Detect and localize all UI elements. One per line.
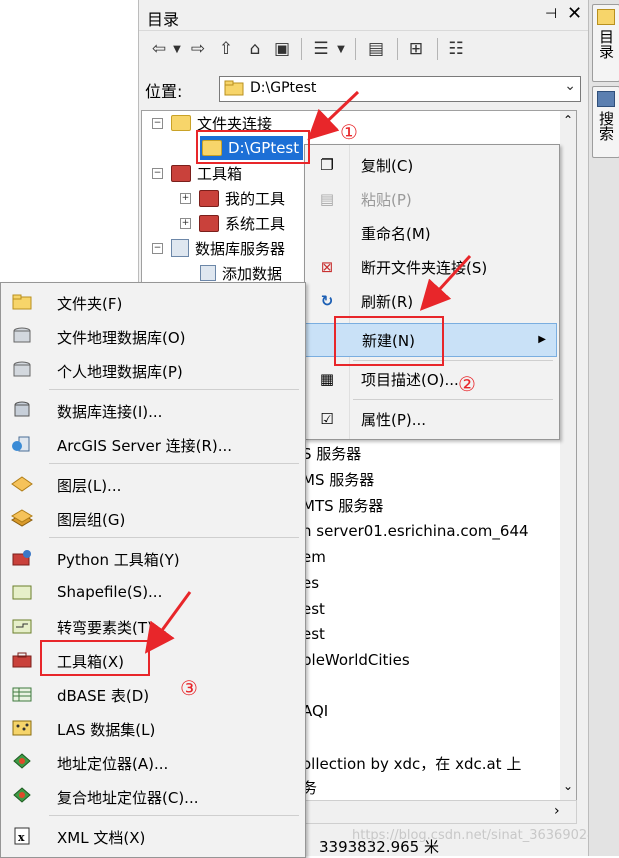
annotation-arrow-1 (307, 90, 360, 141)
annotation-arrow-3 (144, 591, 192, 654)
annotation-arrow-2 (419, 254, 472, 311)
annotation-arrows (144, 90, 472, 654)
